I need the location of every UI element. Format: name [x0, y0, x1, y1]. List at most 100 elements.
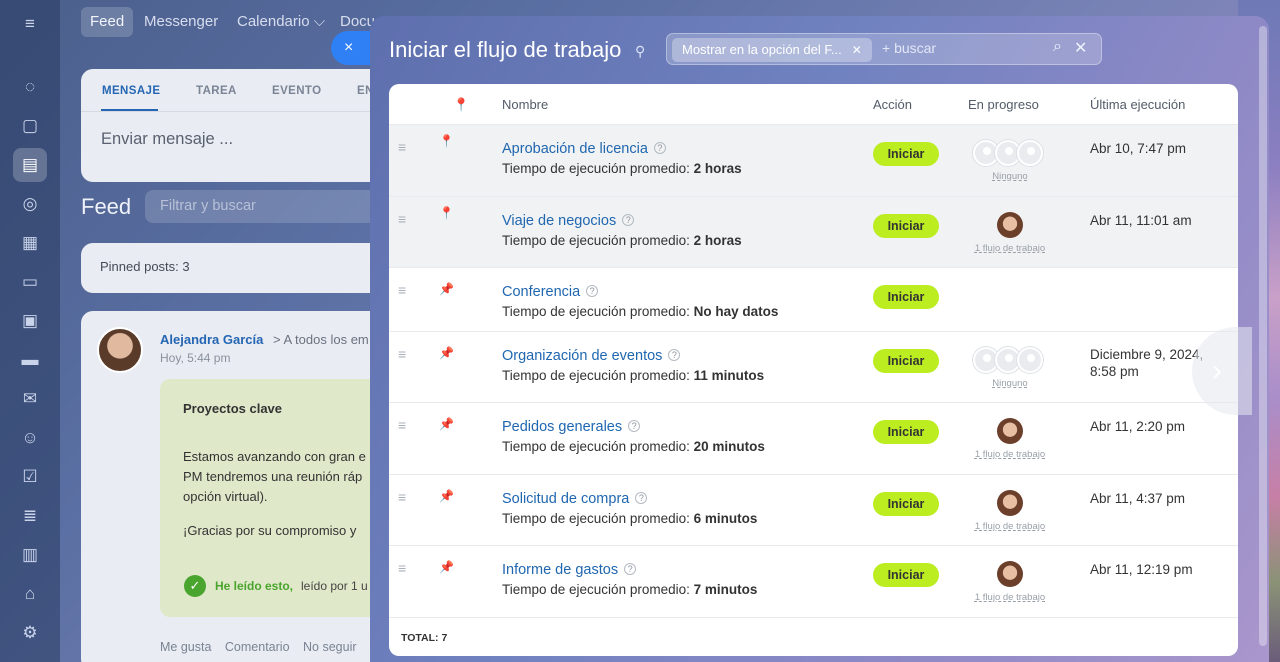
- close-icon[interactable]: ✕: [852, 43, 862, 57]
- help-icon[interactable]: ?: [586, 285, 599, 297]
- like-button[interactable]: Me gusta: [160, 640, 211, 654]
- message-input[interactable]: Enviar mensaje ...: [101, 130, 233, 149]
- progress-cell: 1 flujo de trabajo: [959, 212, 1061, 254]
- help-icon[interactable]: ?: [624, 563, 637, 575]
- mail-icon[interactable]: ✉: [13, 382, 47, 416]
- progress-label[interactable]: Ninguno: [959, 378, 1061, 389]
- workflow-name[interactable]: Pedidos generales?: [502, 419, 641, 435]
- workflow-name[interactable]: Informe de gastos?: [502, 562, 637, 578]
- collab-icon[interactable]: ◎: [13, 187, 47, 221]
- table-row[interactable]: ≡ 📌 Informe de gastos? Tiempo de ejecuci…: [389, 546, 1238, 618]
- run-button[interactable]: Iniciar: [873, 492, 939, 516]
- help-icon[interactable]: ?: [668, 349, 681, 361]
- table-row[interactable]: ≡ 📍 Viaje de negocios? Tiempo de ejecuci…: [389, 197, 1238, 268]
- drag-handle-icon[interactable]: ≡: [398, 417, 406, 433]
- pin-icon[interactable]: 📌: [439, 417, 454, 431]
- workflow-name[interactable]: Solicitud de compra?: [502, 491, 648, 507]
- avg-time: Tiempo de ejecución promedio: 2 horas: [502, 233, 742, 248]
- help-icon[interactable]: ?: [653, 142, 666, 154]
- drag-handle-icon[interactable]: ≡: [398, 211, 406, 227]
- read-confirm-label[interactable]: He leído esto,: [215, 579, 293, 593]
- help-icon[interactable]: ?: [622, 214, 635, 226]
- pin-icon[interactable]: 📌: [439, 489, 454, 503]
- run-button[interactable]: Iniciar: [873, 349, 939, 373]
- chat-bubbles-icon[interactable]: ◌: [13, 70, 47, 104]
- drag-handle-icon[interactable]: ≡: [398, 560, 406, 576]
- table-row[interactable]: ≡ 📌 Conferencia? Tiempo de ejecución pro…: [389, 268, 1238, 332]
- read-by-label[interactable]: leído por 1 u: [301, 579, 368, 593]
- table-row[interactable]: ≡ 📍 Aprobación de licencia? Tiempo de ej…: [389, 125, 1238, 197]
- comment-button[interactable]: Comentario: [225, 640, 290, 654]
- contacts-icon[interactable]: ☺: [13, 421, 47, 455]
- table-row[interactable]: ≡ 📌 Solicitud de compra? Tiempo de ejecu…: [389, 475, 1238, 546]
- pin-icon[interactable]: 📌: [439, 346, 454, 360]
- drag-handle-icon[interactable]: ≡: [398, 282, 406, 298]
- workflow-name[interactable]: Viaje de negocios?: [502, 213, 635, 229]
- pin-icon[interactable]: 📍: [439, 134, 454, 148]
- tab-task[interactable]: TAREA: [196, 85, 237, 97]
- progress-cell: 1 flujo de trabajo: [959, 490, 1061, 532]
- drive-icon[interactable]: ▬: [13, 343, 47, 377]
- feed-icon[interactable]: ▤: [13, 148, 47, 182]
- run-button[interactable]: Iniciar: [873, 285, 939, 309]
- filter-icon[interactable]: ≣: [13, 499, 47, 533]
- post-author[interactable]: Alejandra García: [160, 332, 263, 347]
- last-run: Abr 11, 2:20 pm: [1090, 419, 1186, 434]
- workflow-name[interactable]: Conferencia?: [502, 284, 599, 300]
- progress-label[interactable]: 1 flujo de trabajo: [959, 521, 1061, 532]
- schedule-icon[interactable]: ▥: [13, 538, 47, 572]
- messenger-icon[interactable]: ▢: [13, 109, 47, 143]
- shop-icon[interactable]: ⌂: [13, 577, 47, 611]
- documents-icon[interactable]: ▭: [13, 265, 47, 299]
- settings-icon[interactable]: ⚙: [13, 616, 47, 650]
- run-button[interactable]: Iniciar: [873, 563, 939, 587]
- table-row[interactable]: ≡ 📌 Organización de eventos? Tiempo de e…: [389, 332, 1238, 403]
- unfollow-button[interactable]: No seguir: [303, 640, 357, 654]
- nav-messenger[interactable]: Messenger: [135, 7, 227, 37]
- filter-chip[interactable]: Mostrar en la opción del F... ✕: [672, 38, 872, 62]
- help-icon[interactable]: ?: [628, 420, 641, 432]
- workflow-name[interactable]: Organización de eventos?: [502, 348, 681, 364]
- menu-icon[interactable]: ≡: [13, 7, 47, 41]
- pin-icon[interactable]: ⚲: [635, 43, 645, 60]
- tasks-icon[interactable]: ☑: [13, 460, 47, 494]
- board-icon[interactable]: ▣: [13, 304, 47, 338]
- search-filter[interactable]: Mostrar en la opción del F... ✕ + buscar …: [666, 33, 1102, 65]
- pin-icon[interactable]: 📌: [439, 282, 454, 296]
- search-input[interactable]: + buscar: [882, 40, 936, 56]
- feed-search-input[interactable]: Filtrar y buscar: [145, 190, 385, 223]
- drag-handle-icon[interactable]: ≡: [398, 489, 406, 505]
- pinned-posts-bar[interactable]: Pinned posts: 3: [81, 243, 401, 293]
- progress-label[interactable]: 1 flujo de trabajo: [959, 243, 1061, 254]
- column-progress[interactable]: En progreso: [968, 97, 1039, 112]
- avatar[interactable]: [997, 418, 1023, 444]
- avatar[interactable]: [997, 561, 1023, 587]
- progress-label[interactable]: 1 flujo de trabajo: [959, 592, 1061, 603]
- table-row[interactable]: ≡ 📌 Pedidos generales? Tiempo de ejecuci…: [389, 403, 1238, 475]
- drag-handle-icon[interactable]: ≡: [398, 139, 406, 155]
- column-last-run[interactable]: Última ejecución: [1090, 97, 1185, 112]
- help-icon[interactable]: ?: [635, 492, 648, 504]
- workflow-name[interactable]: Aprobación de licencia?: [502, 141, 666, 157]
- clear-icon[interactable]: ✕: [1074, 38, 1087, 58]
- avatar[interactable]: [97, 327, 143, 373]
- pin-icon[interactable]: 📍: [439, 206, 454, 220]
- run-button[interactable]: Iniciar: [873, 420, 939, 444]
- drag-handle-icon[interactable]: ≡: [398, 346, 406, 362]
- pin-icon[interactable]: 📌: [439, 560, 454, 574]
- nav-feed[interactable]: Feed: [81, 7, 134, 37]
- tab-event[interactable]: EVENTO: [272, 85, 321, 97]
- column-name[interactable]: Nombre: [502, 97, 548, 112]
- avatar[interactable]: [997, 490, 1023, 516]
- run-button[interactable]: Iniciar: [873, 214, 939, 238]
- progress-label[interactable]: Ninguno: [959, 171, 1061, 182]
- progress-label[interactable]: 1 flujo de trabajo: [959, 449, 1061, 460]
- nav-calendar[interactable]: Calendario ⌵: [228, 7, 334, 37]
- search-icon[interactable]: ⌕: [1053, 38, 1062, 56]
- tab-message[interactable]: MENSAJE: [102, 85, 160, 97]
- calendar-icon[interactable]: ▦: [13, 226, 47, 260]
- column-action[interactable]: Acción: [873, 97, 912, 112]
- scrollbar[interactable]: [1259, 26, 1267, 646]
- avatar[interactable]: [997, 212, 1023, 238]
- run-button[interactable]: Iniciar: [873, 142, 939, 166]
